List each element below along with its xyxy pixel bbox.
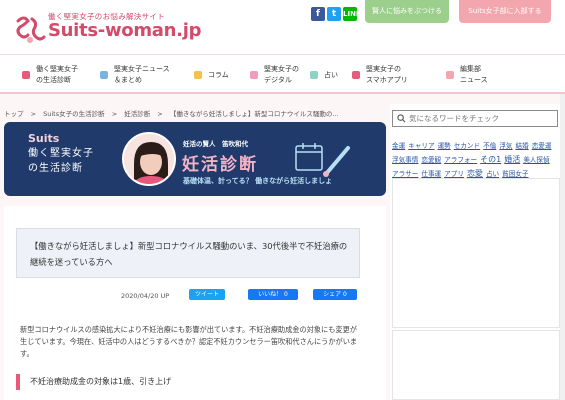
nav-label: 占い: [324, 70, 338, 79]
like-button[interactable]: いいね！ 0: [248, 289, 298, 300]
ad-slot: [392, 330, 560, 400]
hero-sub-2: の生活診断: [28, 163, 83, 174]
nav-label: 編集部 ニュース: [460, 65, 488, 84]
breadcrumb-separator: >: [30, 110, 37, 118]
tag-link[interactable]: アラフォー: [444, 154, 477, 167]
hero-sub-1: 働く堅実女子: [28, 148, 94, 159]
tag-link[interactable]: 運勢: [438, 140, 451, 153]
diagnosis-icon: [22, 71, 30, 79]
breadcrumb-current: 【働きながら妊活しましょ】新型コロナウイルス騒動の...: [169, 110, 339, 118]
logo-dash: -: [97, 20, 105, 41]
column-icon: [194, 71, 202, 79]
search-input[interactable]: [409, 112, 557, 125]
digital-icon: [250, 71, 258, 79]
nav-label: 堅実女子ニュース ＆まとめ: [114, 65, 170, 84]
logo-icon[interactable]: [14, 13, 46, 45]
article-title: 【働きながら妊活しましょ】新型コロナウイルス騒動のいま、30代後半で不妊治療の継…: [30, 241, 348, 267]
sidebar: 金運キャリア運勢セカンド不倫浮気結婚恋愛運 浮気事情恋愛観アラフォーその1婚活美…: [390, 104, 565, 400]
article-heading: 不妊治療助成金の対象は1歳、引き上げ: [16, 374, 366, 390]
tag-link[interactable]: キャリア: [408, 140, 434, 153]
nav-item-editorial-news[interactable]: 編集部 ニュース: [446, 62, 488, 88]
star-icon: [310, 71, 318, 79]
breadcrumb: トップ > Suits女子の生活診断 > 妊活診断 > 【働きながら妊活しましょ…: [4, 108, 344, 118]
article: 【働きながら妊活しましょ】新型コロナウイルス騒動のいま、30代後半で不妊治療の継…: [4, 206, 386, 400]
hero-brand-block: Suits 働く堅実女子 の生活診断: [28, 132, 94, 175]
breadcrumb-lifestyle[interactable]: Suits女子の生活診断: [43, 110, 105, 118]
nav-item-column[interactable]: コラム: [194, 62, 229, 88]
scrollbar[interactable]: [560, 94, 565, 400]
line-icon[interactable]: LINE: [343, 7, 361, 21]
search-box: [392, 110, 558, 127]
main-nav: 働く堅実女子 の生活診断 堅実女子ニュース ＆まとめ コラム 堅実女子の デジタ…: [0, 54, 565, 94]
ad-slot: [392, 178, 560, 328]
newspaper-icon: [446, 71, 454, 79]
smartphone-icon: [352, 71, 360, 79]
logo-text-domain: woman.jp: [104, 20, 202, 41]
nav-item-digital[interactable]: 堅実女子の デジタル: [250, 62, 299, 88]
nav-item-lifestyle-diagnosis[interactable]: 働く堅実女子 の生活診断: [22, 62, 78, 88]
breadcrumb-separator: >: [157, 110, 163, 118]
tag-cloud: 金運 キャリア 運勢 セカンド 不倫 浮気 結婚 恋愛運 浮気事情 恋愛観 アラフォー その1 婚活美…: [392, 139, 562, 181]
site-logo[interactable]: Suits-woman.jp: [48, 20, 201, 41]
logo-text-suits: Suits: [48, 20, 98, 41]
nav-item-news[interactable]: 堅実女子ニュース ＆まとめ: [100, 62, 170, 88]
tag-link[interactable]: 浮気事情: [392, 154, 418, 167]
news-icon: [100, 71, 108, 79]
consult-button[interactable]: 賢人に悩みをぶつける: [365, 0, 449, 23]
tag-link[interactable]: 美人探偵: [523, 154, 549, 167]
breadcrumb-top[interactable]: トップ: [4, 110, 24, 118]
nav-item-smartphone-app[interactable]: 堅実女子の スマホアプリ: [352, 62, 408, 88]
breadcrumb-separator: >: [111, 110, 118, 118]
calendar-thermometer-icon: [295, 143, 350, 177]
site-header: 働く堅実女子のお悩み解決サイト Suits-woman.jp f t LINE …: [0, 0, 565, 54]
nav-label: 堅実女子の デジタル: [264, 65, 299, 84]
search-icon[interactable]: [397, 114, 406, 123]
breadcrumb-fertility[interactable]: 妊活診断: [124, 110, 150, 118]
tag-link[interactable]: その1: [480, 153, 501, 166]
article-body: 新型コロナウイルスの感染拡大により不妊治療にも影響が出ています。不妊治療助成金の…: [20, 325, 358, 358]
hero-brand: Suits: [28, 132, 60, 145]
nav-label: 働く堅実女子 の生活診断: [36, 65, 78, 84]
avatar: [122, 132, 176, 186]
join-club-button[interactable]: Suits女子部に入部する: [459, 0, 551, 23]
facebook-icon[interactable]: f: [311, 7, 325, 21]
article-date: 2020/04/20 UP: [121, 292, 170, 300]
hero-banner: Suits 働く堅実女子 の生活診断 妊活の賢人 笛吹和代 妊活診断 基礎体温、…: [4, 122, 386, 196]
tag-link[interactable]: セカンド: [454, 140, 480, 153]
nav-item-fortune[interactable]: 占い: [310, 62, 338, 88]
tag-link[interactable]: 不倫: [483, 140, 496, 153]
tag-link[interactable]: 恋愛観: [421, 154, 441, 167]
twitter-icon[interactable]: t: [327, 7, 341, 21]
facebook-share-button[interactable]: シェア 0: [313, 289, 357, 300]
tweet-button[interactable]: ツイート: [189, 289, 225, 300]
article-title-box: 【働きながら妊活しましょ】新型コロナウイルス騒動のいま、30代後半で不妊治療の継…: [16, 228, 360, 278]
tag-link[interactable]: 恋愛運: [532, 140, 552, 153]
hero-title: 妊活診断: [182, 155, 258, 175]
tag-link[interactable]: 結婚: [516, 140, 529, 153]
tag-link[interactable]: 金運: [392, 140, 405, 153]
nav-label: 堅実女子の スマホアプリ: [366, 65, 408, 84]
nav-label: コラム: [208, 70, 229, 79]
tag-link[interactable]: 浮気: [499, 140, 512, 153]
hero-answerer: 妊活の賢人 笛吹和代: [183, 140, 248, 148]
portrait-icon: [124, 134, 174, 184]
tag-link[interactable]: 婚活: [504, 153, 520, 166]
